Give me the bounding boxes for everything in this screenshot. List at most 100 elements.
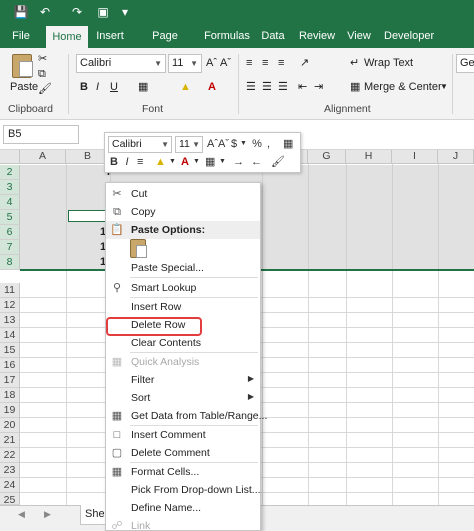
bold-icon[interactable]: B [109,155,119,169]
currency-icon[interactable]: $ [229,137,239,151]
wrap-text-button[interactable]: Wrap Text [364,54,413,72]
italic-icon[interactable]: I [96,78,99,96]
menu-item-copy[interactable]: ⧉ Copy [106,203,260,221]
row-header-8[interactable]: 8 [0,255,20,270]
row-header-13[interactable]: 13 [0,313,20,328]
row-header-3[interactable]: 3 [0,180,20,195]
grow-font-icon[interactable]: Aˆ [206,54,217,72]
tab-data[interactable]: Data [260,24,286,48]
merge-center-icon[interactable]: ▦ [350,78,360,96]
tab-developer[interactable]: Developer [384,24,434,48]
format-table-icon[interactable]: ▦ [283,137,293,151]
menu-item-insert-comment[interactable]: □ Insert Comment [106,426,260,444]
paste-option-icon[interactable] [130,239,147,258]
paste-ribbon-label[interactable]: Paste [10,78,38,96]
row-header-21[interactable]: 21 [0,433,20,448]
tab-home[interactable]: Home [46,26,88,48]
row-header-14[interactable]: 14 [0,328,20,343]
row-header-5[interactable]: 5 [0,210,20,225]
row-header-16[interactable]: 16 [0,358,20,373]
menu-item-clear-contents[interactable]: Clear Contents [106,334,260,352]
chevron-down-icon[interactable]: ▼ [169,155,176,169]
borders-icon[interactable]: ▦ [205,155,215,169]
increase-indent-icon[interactable]: ⇥ [314,78,323,96]
row-header-12[interactable]: 12 [0,298,20,313]
prev-sheet-icon[interactable]: ◀ [18,509,25,520]
increase-decimal-icon[interactable]: → [233,155,244,169]
wrap-text-icon[interactable]: ↵ [350,54,359,72]
row-header-18[interactable]: 18 [0,388,20,403]
format-painter-icon[interactable]: 🖌 [38,80,52,98]
menu-item-filter[interactable]: Filter ▶ [106,371,260,389]
row-header-6[interactable]: 6 [0,225,20,240]
borders-icon[interactable]: ▦ [138,78,148,96]
menu-item-sort[interactable]: Sort ▶ [106,389,260,407]
active-cell[interactable] [68,210,106,222]
tab-view[interactable]: View [345,24,373,48]
save-icon[interactable]: 💾 [12,3,30,21]
next-sheet-icon[interactable]: ▶ [44,509,51,520]
fill-color-icon[interactable]: ▲ [180,78,191,96]
tab-file[interactable]: File [6,24,36,48]
menu-item-insert-row[interactable]: Insert Row [106,298,260,316]
row-header-20[interactable]: 20 [0,418,20,433]
chevron-down-icon[interactable]: ▼ [440,78,448,96]
decrease-decimal-icon[interactable]: ← [251,155,262,169]
menu-item-smart-lookup[interactable]: ⚲ Smart Lookup [106,279,260,297]
font-color-icon[interactable]: A [181,155,189,169]
align-right-icon[interactable]: ☰ [278,78,288,96]
column-header-g[interactable]: G [308,150,346,164]
redo-icon[interactable]: ↷ [68,3,86,21]
corner-cell[interactable] [0,150,20,164]
name-box[interactable]: B5 [3,125,79,144]
menu-item-define-name[interactable]: Define Name... [106,499,260,517]
italic-icon[interactable]: I [123,155,131,169]
column-header-i[interactable]: I [392,150,438,164]
menu-item-link[interactable]: ☍ Link [106,517,260,531]
merge-center-button[interactable]: Merge & Center [364,78,442,96]
menu-item-pick-dropdown[interactable]: Pick From Drop-down List... [106,481,261,499]
orientation-icon[interactable]: ↗ [300,54,309,72]
row-header-24[interactable]: 24 [0,478,20,493]
align-center-icon[interactable]: ☰ [262,78,272,96]
comma-style-icon[interactable]: , [267,137,270,151]
row-header-7[interactable]: 7 [0,240,20,255]
qat-customize-icon[interactable]: ▾ [116,3,134,21]
row-header-23[interactable]: 23 [0,463,20,478]
format-painter-icon[interactable]: 🖌 [271,155,285,169]
tab-page-layout[interactable]: Page Layout [136,24,194,66]
menu-item-get-data[interactable]: ▦ Get Data from Table/Range... [106,407,268,425]
row-header-25[interactable]: 25 [0,493,20,506]
tab-formulas[interactable]: Formulas [204,24,250,48]
shrink-font-icon[interactable]: Aˇ [218,137,229,151]
column-header-j[interactable]: J [438,150,474,164]
align-left-icon[interactable]: ☰ [246,78,256,96]
paste-icon[interactable] [12,54,33,78]
fill-color-icon[interactable]: ▲ [155,155,166,169]
tab-review[interactable]: Review [298,24,336,48]
row-header-2[interactable]: 2 [0,165,20,180]
chevron-down-icon[interactable]: ▼ [240,137,247,151]
menu-item-cut[interactable]: ✂ Cut [106,185,260,203]
row-header-15[interactable]: 15 [0,343,20,358]
menu-item-quick-analysis[interactable]: ▦ Quick Analysis [106,353,260,371]
row-header-19[interactable]: 19 [0,403,20,418]
mini-font-combo[interactable]: Calibri ▼ [108,136,172,153]
number-format-combo[interactable]: Gen [456,54,474,73]
align-bottom-icon[interactable]: ≡ [278,54,284,72]
shrink-font-icon[interactable]: Aˇ [220,54,231,72]
align-center-icon[interactable]: ≡ [137,155,143,169]
decrease-indent-icon[interactable]: ⇤ [298,78,307,96]
menu-item-format-cells[interactable]: ▦ Format Cells... [106,463,260,481]
menu-item-paste-special[interactable]: Paste Special... [106,259,260,277]
row-header-22[interactable]: 22 [0,448,20,463]
align-middle-icon[interactable]: ≡ [262,54,268,72]
chevron-down-icon[interactable]: ▼ [193,155,200,169]
grow-font-icon[interactable]: Aˆ [207,137,218,151]
align-top-icon[interactable]: ≡ [246,54,252,72]
row-header-17[interactable]: 17 [0,373,20,388]
font-name-combo[interactable]: Calibri ▼ [76,54,166,73]
menu-item-delete-comment[interactable]: ▢ Delete Comment [106,444,260,462]
font-color-icon[interactable]: A [208,78,216,96]
undo-icon[interactable]: ↶ [36,3,54,21]
